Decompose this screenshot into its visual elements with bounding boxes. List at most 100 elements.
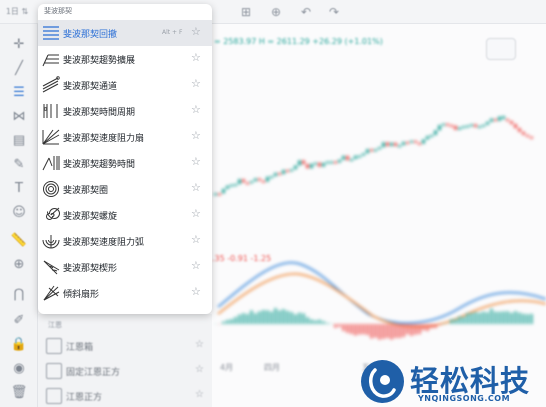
candle [518,128,521,132]
star-icon[interactable]: ☆ [191,182,201,194]
menu-item-fib-trend-time[interactable]: 斐波那契趨勢時間 ☆ [38,150,212,176]
list-item-label: 江恩正方 [66,393,103,403]
star-icon[interactable]: ☆ [191,286,201,298]
star-icon[interactable]: ☆ [195,389,204,400]
histogram-bar [510,312,513,324]
list-item[interactable]: 江恩箱 ☆ [38,334,212,358]
candle [362,153,365,156]
forecast-icon[interactable]: ▤ [10,132,28,150]
histogram-bar [350,324,353,334]
redo-icon[interactable]: ↷ [326,4,342,20]
ruler-icon[interactable]: 📏 [10,232,28,250]
hotkey-label: Alt + F [162,29,183,36]
menu-item-label: 斐波那契螺旋 [63,212,118,222]
histogram-bar [334,324,337,328]
star-icon[interactable]: ☆ [195,339,204,350]
text-icon[interactable]: T [10,180,28,198]
star-icon[interactable]: ☆ [191,260,201,272]
undo-icon[interactable]: ↶ [298,4,314,20]
menu-item-pitchfan[interactable]: 傾斜扇形 ☆ [38,280,212,306]
magnet-icon[interactable]: ⋂ [10,286,28,304]
menu-item-fib-wedge[interactable]: 斐波那契楔形 ☆ [38,254,212,280]
histogram-bar [498,311,501,324]
candle [246,182,249,185]
candle [474,124,477,128]
star-icon[interactable]: ☆ [195,364,204,375]
fib-spiral-icon [46,207,60,220]
indicator-values: .35 -0.91 -1.25 [212,254,272,263]
histogram-bar [274,308,277,324]
zoom-icon[interactable]: ⊕ [10,256,28,274]
plus-circle-icon[interactable]: ⊕ [268,4,284,20]
histogram-bar [362,324,365,335]
menu-item-fib-retracement[interactable]: 斐波那契回撤 Alt + F ☆ [38,20,212,46]
candle [470,124,473,127]
list-item[interactable]: 江恩正方 ☆ [38,384,212,407]
histogram-bar [458,316,461,324]
menu-item-fib-time-zone[interactable]: 斐波那契時間周期 ☆ [38,98,212,124]
watermark-logo: 轻松科技 YNQINGSONG.COM [358,356,546,407]
star-icon[interactable]: ☆ [191,26,201,38]
x-axis-label-2: 四月 [264,363,280,372]
lock-icon[interactable]: 🔒 [10,336,28,354]
histogram-bar [258,311,261,324]
candle [430,134,433,137]
histogram-bar [322,321,325,324]
candle [290,169,293,172]
candle [434,130,437,135]
zoom-button[interactable] [486,38,516,60]
candle [446,123,449,126]
pencil-lock-icon[interactable]: ✐ [10,312,28,330]
brush-icon[interactable]: ✎ [10,156,28,174]
star-icon[interactable]: ☆ [191,234,201,246]
histogram-bar [422,324,425,331]
histogram-bar [250,310,253,324]
emoji-icon[interactable]: ☺ [10,204,28,222]
histogram-bar [506,311,509,324]
ohlc-legend: = 2583.97 H = 2611.29 +26.29 (+1.01%) [214,37,383,46]
histogram-bar [302,313,305,324]
candle [342,155,345,160]
crosshair-icon[interactable]: ✛ [10,36,28,54]
star-icon[interactable]: ☆ [191,104,201,116]
candle [254,178,257,182]
drawing-toolbar: ✛ ╱ ☰ ⋈ ▤ ✎ T ☺ 📏 ⊕ ⋂ ✐ 🔒 ◉ 🗑 [0,24,38,407]
histogram-bar [386,324,389,339]
menu-item-label: 斐波那契圈 [63,186,109,196]
star-icon[interactable]: ☆ [191,78,201,90]
candle [366,149,369,154]
trash-icon[interactable]: 🗑 [10,384,28,402]
histogram-bar [518,312,521,324]
layout-icon[interactable]: 1日 ⇅ [4,4,30,20]
menu-item-fib-spiral[interactable]: 斐波那契螺旋 ☆ [38,202,212,228]
grid-icon[interactable]: ⊞ [238,4,254,20]
candle [502,116,505,119]
candle [234,184,237,187]
fib-wedge-icon [43,260,60,275]
star-icon[interactable]: ☆ [191,52,201,64]
fibonacci-icon[interactable]: ☰ [10,84,28,102]
trendline-icon[interactable]: ╱ [10,60,28,78]
pattern-icon[interactable]: ⋈ [10,108,28,126]
candle [302,160,305,165]
star-icon[interactable]: ☆ [191,130,201,142]
candle [222,188,225,194]
candle [458,127,461,130]
histogram-bar [502,311,505,324]
list-item[interactable]: 固定江恩正方 ☆ [38,359,212,383]
candle [494,119,497,121]
histogram-bar [266,310,269,324]
menu-item-label: 傾斜扇形 [63,290,100,300]
menu-item-fib-trend-extension[interactable]: 斐波那契趨勢擴展 ☆ [38,46,212,72]
menu-item-fib-circles[interactable]: 斐波那契圈 ☆ [38,176,212,202]
star-icon[interactable]: ☆ [191,156,201,168]
gann-square-fixed-icon [46,363,62,379]
histogram-bar [298,312,301,324]
star-icon[interactable]: ☆ [191,208,201,220]
candle [322,162,325,167]
histogram-bar [318,319,321,324]
menu-item-fib-speed-fan[interactable]: 斐波那契速度阻力扇 ☆ [38,124,212,150]
menu-item-fib-speed-arcs[interactable]: 斐波那契速度阻力弧 ☆ [38,228,212,254]
menu-item-fib-channel[interactable]: 斐波那契通道 ☆ [38,72,212,98]
eye-icon[interactable]: ◉ [10,360,28,378]
